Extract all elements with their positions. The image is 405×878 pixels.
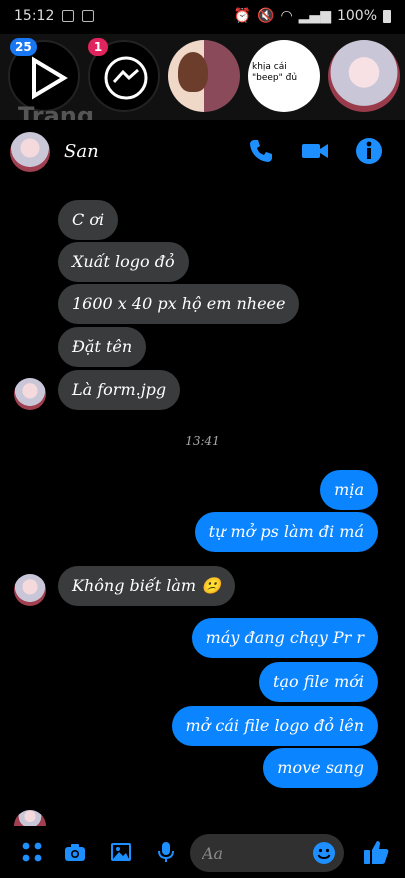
contact-avatar[interactable]	[10, 132, 50, 172]
post-card-text: khịa cái "beep" đủ	[252, 62, 298, 83]
outgoing-message[interactable]: máy đang chạy Pr r	[191, 618, 378, 658]
sender-avatar	[14, 810, 46, 826]
chathead-badge-count: 1	[88, 38, 108, 56]
info-icon[interactable]	[354, 136, 384, 166]
chat-header: San	[0, 120, 405, 184]
incoming-message[interactable]: Đặt tên	[58, 327, 147, 367]
chathead-name-peek: Trang	[18, 102, 95, 120]
post-chathead[interactable]: khịa cái "beep" đủ	[248, 40, 320, 112]
group-chathead[interactable]	[168, 40, 240, 112]
outgoing-message[interactable]: mịa	[320, 470, 378, 510]
phone-icon[interactable]	[246, 136, 276, 166]
outgoing-message[interactable]: mở cái file logo đỏ lên	[171, 706, 378, 746]
message-input[interactable]	[202, 834, 302, 872]
incoming-message[interactable]: Xuất logo đỏ	[58, 242, 189, 282]
four-dots-menu-icon[interactable]	[20, 840, 44, 864]
microphone-icon[interactable]	[154, 840, 178, 864]
camera-icon[interactable]	[63, 840, 87, 864]
battery-percent: 100%	[336, 8, 377, 24]
video-camera-icon[interactable]	[300, 136, 330, 166]
outgoing-message[interactable]: tự mở ps làm đi má	[194, 512, 378, 552]
outgoing-message[interactable]: tạo file mới	[259, 662, 378, 702]
thumbs-up-icon[interactable]	[362, 838, 390, 866]
status-time: 15:12	[14, 8, 55, 24]
chathead-badge-count: 25	[10, 38, 37, 56]
incoming-message[interactable]: C ơi	[58, 200, 119, 240]
chat-heads-row: 25 1 khịa cái "beep" đủ Trang	[0, 34, 405, 120]
sender-avatar[interactable]	[14, 574, 46, 606]
battery-icon	[383, 9, 391, 23]
composer-bar	[0, 826, 405, 878]
signal-icon: ▂▄▆	[298, 8, 331, 24]
wifi-icon: ◠	[280, 8, 293, 24]
alarm-icon: ⏰	[233, 8, 251, 24]
avatar	[178, 52, 208, 92]
incoming-message[interactable]: Là form.jpg	[58, 370, 181, 410]
san-chathead[interactable]	[328, 40, 400, 112]
message-input-box[interactable]	[190, 834, 344, 872]
sender-avatar[interactable]	[14, 378, 46, 410]
status-bar: 15:12 ⏰ 🔇 ◠ ▂▄▆ 100%	[0, 0, 405, 32]
chat-panel: San C ơi Xuất logo đỏ 1600 x 40 px hộ em…	[0, 120, 405, 878]
outgoing-message[interactable]: move sang	[263, 748, 378, 788]
checkbox-icon	[82, 10, 95, 22]
emoji-icon[interactable]	[312, 841, 336, 865]
incoming-message[interactable]: 1600 x 40 px hộ em nheee	[58, 284, 300, 324]
mute-icon: 🔇	[257, 8, 275, 24]
image-gallery-icon[interactable]	[109, 840, 133, 864]
timestamp: 13:41	[185, 434, 220, 448]
shield-icon	[62, 10, 75, 22]
incoming-message[interactable]: Không biết làm 😕	[58, 566, 236, 606]
contact-name[interactable]: San	[64, 141, 99, 162]
